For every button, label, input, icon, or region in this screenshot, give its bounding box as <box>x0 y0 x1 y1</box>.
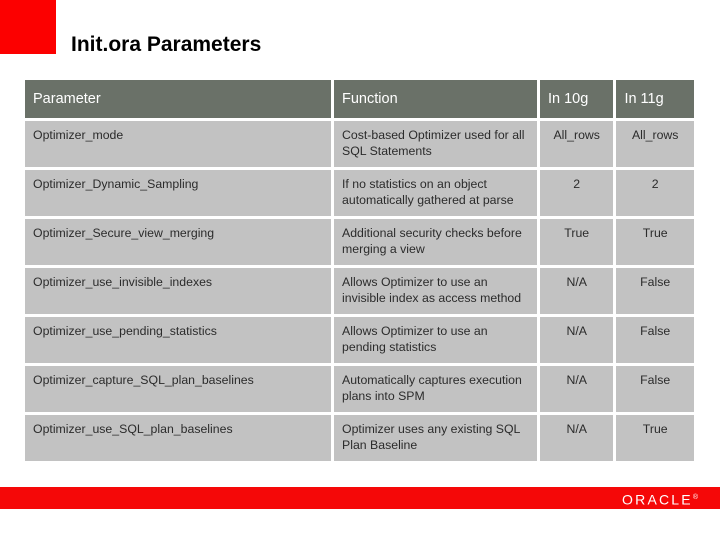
cell-in-10g: True <box>540 219 614 265</box>
table-row: Optimizer_use_SQL_plan_baselines Optimiz… <box>25 415 694 461</box>
cell-in-10g: All_rows <box>540 121 614 167</box>
cell-parameter: Optimizer_mode <box>25 121 332 167</box>
cell-in-11g: False <box>616 366 694 412</box>
cell-in-11g: False <box>616 268 694 314</box>
cell-in-10g: N/A <box>540 317 614 363</box>
cell-function: Optimizer uses any existing SQL Plan Bas… <box>334 415 537 461</box>
cell-in-11g: All_rows <box>616 121 694 167</box>
cell-function: Automatically captures execution plans i… <box>334 366 537 412</box>
column-header-parameter: Parameter <box>25 80 332 118</box>
table-body: Optimizer_mode Cost-based Optimizer used… <box>25 121 694 461</box>
cell-parameter: Optimizer_capture_SQL_plan_baselines <box>25 366 332 412</box>
table-header-row: Parameter Function In 10g In 11g <box>25 80 694 118</box>
cell-function: Allows Optimizer to use an invisible ind… <box>334 268 537 314</box>
cell-in-10g: 2 <box>540 170 614 216</box>
accent-square-decoration <box>0 0 56 54</box>
cell-in-11g: True <box>616 219 694 265</box>
oracle-wordmark: ORACLE <box>622 491 693 508</box>
cell-in-11g: False <box>616 317 694 363</box>
table-row: Optimizer_use_invisible_indexes Allows O… <box>25 268 694 314</box>
table-row: Optimizer_mode Cost-based Optimizer used… <box>25 121 694 167</box>
cell-in-10g: N/A <box>540 415 614 461</box>
column-header-function: Function <box>334 80 537 118</box>
cell-in-10g: N/A <box>540 268 614 314</box>
table-row: Optimizer_Secure_view_merging Additional… <box>25 219 694 265</box>
footer-bar <box>0 487 720 509</box>
column-header-in-11g: In 11g <box>616 80 694 118</box>
init-ora-parameters-table: Parameter Function In 10g In 11g Optimiz… <box>22 77 697 464</box>
cell-parameter: Optimizer_Secure_view_merging <box>25 219 332 265</box>
oracle-logo: ORACLE® <box>622 490 698 508</box>
cell-function: If no statistics on an object automatica… <box>334 170 537 216</box>
column-header-in-10g: In 10g <box>540 80 614 118</box>
cell-function: Additional security checks before mergin… <box>334 219 537 265</box>
registered-trademark-icon: ® <box>692 494 698 501</box>
cell-parameter: Optimizer_use_SQL_plan_baselines <box>25 415 332 461</box>
cell-parameter: Optimizer_Dynamic_Sampling <box>25 170 332 216</box>
page-title: Init.ora Parameters <box>71 33 262 56</box>
table-row: Optimizer_capture_SQL_plan_baselines Aut… <box>25 366 694 412</box>
table-row: Optimizer_use_pending_statistics Allows … <box>25 317 694 363</box>
cell-function: Allows Optimizer to use an pending stati… <box>334 317 537 363</box>
cell-in-10g: N/A <box>540 366 614 412</box>
cell-parameter: Optimizer_use_pending_statistics <box>25 317 332 363</box>
cell-in-11g: True <box>616 415 694 461</box>
slide-canvas: Init.ora Parameters Parameter Function I… <box>0 0 720 540</box>
table-row: Optimizer_Dynamic_Sampling If no statist… <box>25 170 694 216</box>
table-header: Parameter Function In 10g In 11g <box>25 80 694 118</box>
cell-function: Cost-based Optimizer used for all SQL St… <box>334 121 537 167</box>
cell-parameter: Optimizer_use_invisible_indexes <box>25 268 332 314</box>
cell-in-11g: 2 <box>616 170 694 216</box>
